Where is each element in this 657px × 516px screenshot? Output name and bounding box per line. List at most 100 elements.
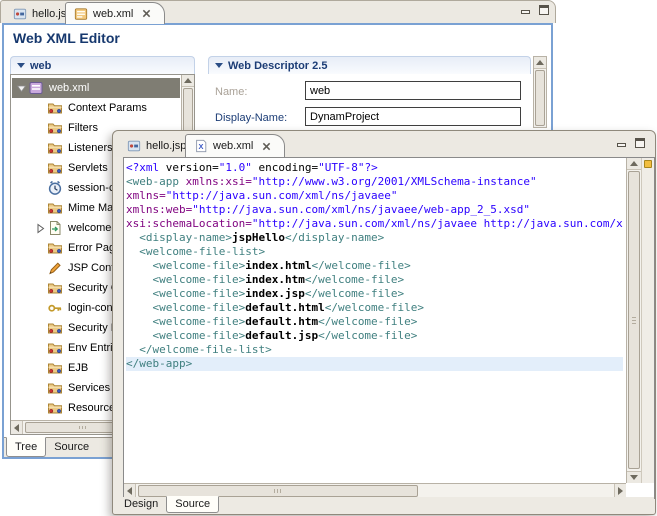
tree-item-label: Listeners <box>68 142 113 154</box>
code-line: <welcome-file>index.html</welcome-file> <box>126 259 623 273</box>
expander-spacer <box>35 183 46 194</box>
jsp-file-icon <box>13 7 27 21</box>
folder-icon <box>47 280 63 296</box>
scroll-up-button[interactable] <box>182 75 194 87</box>
minimize-icon[interactable] <box>617 143 626 147</box>
tree-item-label: EJB <box>68 362 88 374</box>
chevron-down-icon <box>17 63 25 72</box>
descriptor-section-title: Web Descriptor 2.5 <box>228 60 327 72</box>
folder-icon <box>47 140 63 156</box>
pencil-icon <box>47 260 63 276</box>
view-window-buttons <box>521 5 549 15</box>
xml-source-editor[interactable]: <?xml version="1.0" encoding="UTF-8"?><w… <box>126 161 623 482</box>
view-window-buttons <box>617 138 645 148</box>
tree-item-context-params[interactable]: Context Params <box>12 98 180 118</box>
maximize-icon[interactable] <box>539 5 549 15</box>
key-icon <box>47 300 63 316</box>
tab-label: hello.jsp <box>146 140 186 152</box>
code-line: <welcome-file-list> <box>126 245 623 259</box>
expander-spacer <box>35 283 46 294</box>
maximize-icon[interactable] <box>635 138 645 148</box>
xml-source-window: hello.jsp web.xml <?xml version="1.0" en… <box>112 130 656 515</box>
editor-tabbar: hello.jsp web.xml <box>0 0 556 23</box>
tab-tree[interactable]: Tree <box>6 437 46 457</box>
tab-source-back[interactable]: Source <box>46 438 97 457</box>
code-line: xmlns="http://java.sun.com/xml/ns/javaee… <box>126 189 623 203</box>
jsp-file-icon <box>127 139 141 153</box>
name-field[interactable] <box>305 81 521 100</box>
descriptor-section-header[interactable]: Web Descriptor 2.5 <box>208 56 531 74</box>
expander-expanded-icon <box>16 83 27 94</box>
code-line: </welcome-file-list> <box>126 343 623 357</box>
tree-item-label: web.xml <box>49 82 89 94</box>
scroll-thumb[interactable] <box>535 70 545 126</box>
expander-spacer <box>35 123 46 134</box>
folder-icon <box>47 400 63 416</box>
folder-icon <box>47 120 63 136</box>
scroll-thumb[interactable] <box>628 171 640 469</box>
folder-icon <box>47 240 63 256</box>
code-line: <display-name>jspHello</display-name> <box>126 231 623 245</box>
code-line: <?xml version="1.0" encoding="UTF-8"?> <box>126 161 623 175</box>
scroll-up-button[interactable] <box>627 158 641 170</box>
tab-web-xml[interactable]: web.xml <box>65 2 165 24</box>
tab-web-xml[interactable]: web.xml <box>185 134 285 157</box>
tab-label: web.xml <box>213 140 253 152</box>
form-vertical-scrollbar[interactable] <box>533 56 547 128</box>
scroll-left-button[interactable] <box>11 421 23 434</box>
code-line-current: </web-app> <box>126 357 623 371</box>
expander-spacer <box>35 143 46 154</box>
tab-design[interactable]: Design <box>116 497 166 513</box>
scroll-right-button[interactable] <box>614 484 626 498</box>
code-line: <web-app xmlns:xsi="http://www.w3.org/20… <box>126 175 623 189</box>
expander-collapsed-icon <box>35 223 46 234</box>
display-name-field-label: Display-Name: <box>215 112 287 124</box>
code-line: <welcome-file>index.jsp</welcome-file> <box>126 287 623 301</box>
display-name-field[interactable] <box>305 107 521 126</box>
folder-icon <box>47 340 63 356</box>
expander-spacer <box>35 323 46 334</box>
folder-icon <box>47 200 63 216</box>
expander-spacer <box>35 243 46 254</box>
minimize-icon[interactable] <box>521 10 530 14</box>
code-line: xsi:schemaLocation="http://java.sun.com/… <box>126 217 623 231</box>
editor-vertical-scrollbar[interactable] <box>626 158 641 483</box>
expander-spacer <box>35 343 46 354</box>
code-line: <welcome-file>default.jsp</welcome-file> <box>126 329 623 343</box>
code-line: xmlns:web="http://java.sun.com/xml/ns/ja… <box>126 203 623 217</box>
page-title: Web XML Editor <box>13 30 120 46</box>
tree-item-label: Filters <box>68 122 98 134</box>
tab-source-front[interactable]: Source <box>166 496 219 513</box>
xml-source-area: <?xml version="1.0" encoding="UTF-8"?><w… <box>123 157 655 499</box>
webxml-icon <box>28 80 44 96</box>
code-line: <welcome-file>default.htm</welcome-file> <box>126 315 623 329</box>
code-line: <welcome-file>default.html</welcome-file… <box>126 301 623 315</box>
folder-icon <box>47 380 63 396</box>
tab-hello-jsp[interactable]: hello.jsp <box>119 137 194 155</box>
tree-item-web-xml[interactable]: web.xml <box>12 78 180 98</box>
expander-spacer <box>35 163 46 174</box>
warning-marker-icon[interactable] <box>644 160 652 168</box>
web-descriptor-icon <box>74 7 88 21</box>
expander-spacer <box>35 263 46 274</box>
annotation-overview-ruler[interactable] <box>641 158 654 483</box>
tree-section-header[interactable]: web <box>10 56 195 74</box>
scroll-up-button[interactable] <box>534 57 546 69</box>
expander-spacer <box>35 303 46 314</box>
design-source-tabstrip: Design Source <box>114 497 654 513</box>
close-icon[interactable] <box>262 142 271 151</box>
expander-spacer <box>35 103 46 114</box>
page-icon <box>47 220 63 236</box>
scroll-down-button[interactable] <box>627 471 641 483</box>
scroll-left-button[interactable] <box>124 484 136 498</box>
chevron-down-icon <box>215 63 223 72</box>
expander-spacer <box>35 203 46 214</box>
close-icon[interactable] <box>142 9 151 18</box>
tree-item-label: Context Params <box>68 102 147 114</box>
expander-spacer <box>35 403 46 414</box>
folder-icon <box>47 160 63 176</box>
xml-file-icon <box>194 139 208 153</box>
name-field-label: Name: <box>215 86 247 98</box>
folder-icon <box>47 360 63 376</box>
tab-label: web.xml <box>93 8 133 20</box>
